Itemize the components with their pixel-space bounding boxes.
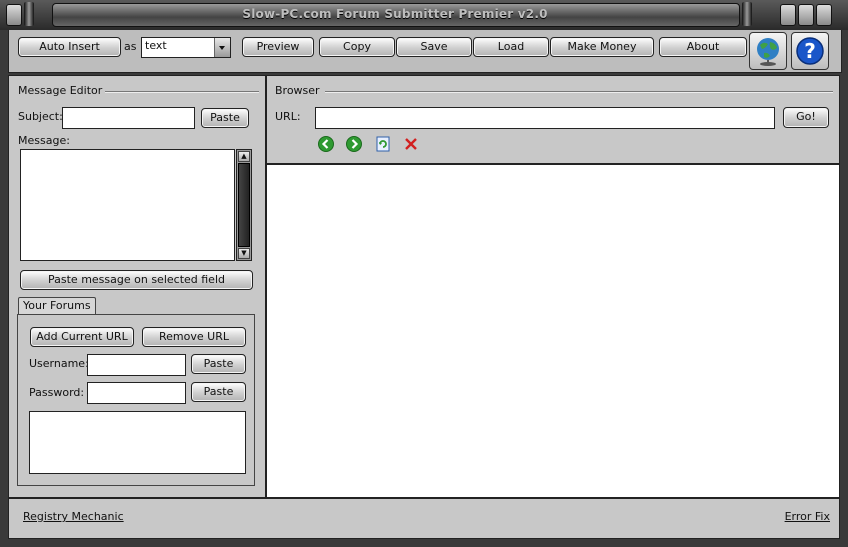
help-icon[interactable]: ? bbox=[791, 32, 829, 70]
subject-label: Subject: bbox=[18, 110, 63, 123]
go-button[interactable]: Go! bbox=[783, 107, 829, 128]
app-window: Slow-PC.com Forum Submitter Premier v2.0… bbox=[0, 0, 848, 547]
divider bbox=[325, 91, 833, 93]
back-icon[interactable] bbox=[318, 136, 334, 152]
subject-paste-button[interactable]: Paste bbox=[201, 108, 249, 128]
toolbar: Auto Insert as text Preview Copy Save Lo… bbox=[8, 30, 842, 73]
refresh-icon[interactable] bbox=[375, 136, 391, 152]
url-label: URL: bbox=[275, 110, 301, 123]
chevron-down-icon[interactable] bbox=[214, 38, 230, 57]
username-input[interactable] bbox=[87, 354, 186, 376]
username-paste-button[interactable]: Paste bbox=[191, 354, 246, 374]
auto-insert-button[interactable]: Auto Insert bbox=[18, 37, 121, 57]
browser-view[interactable] bbox=[266, 164, 840, 498]
message-editor-legend: Message Editor bbox=[15, 84, 106, 97]
about-button[interactable]: About bbox=[659, 37, 747, 57]
make-money-button[interactable]: Make Money bbox=[550, 37, 654, 57]
scroll-up-icon[interactable]: ▲ bbox=[238, 151, 250, 162]
password-label: Password: bbox=[29, 386, 85, 399]
close-icon[interactable] bbox=[816, 4, 832, 26]
scroll-down-icon[interactable]: ▼ bbox=[238, 248, 250, 259]
message-textarea[interactable] bbox=[20, 149, 235, 261]
url-input[interactable] bbox=[315, 107, 775, 129]
scroll-thumb[interactable] bbox=[238, 163, 250, 247]
paste-on-selected-button[interactable]: Paste message on selected field bbox=[20, 270, 253, 290]
as-label: as bbox=[124, 40, 137, 53]
message-label: Message: bbox=[18, 134, 70, 147]
system-menu-icon[interactable] bbox=[6, 4, 22, 26]
title-ornament bbox=[742, 2, 752, 26]
remove-url-button[interactable]: Remove URL bbox=[142, 327, 246, 347]
subject-input[interactable] bbox=[62, 107, 195, 129]
save-button[interactable]: Save bbox=[396, 37, 472, 57]
password-input[interactable] bbox=[87, 382, 186, 404]
browser-legend: Browser bbox=[272, 84, 323, 97]
stop-icon[interactable] bbox=[403, 136, 419, 152]
window-title: Slow-PC.com Forum Submitter Premier v2.0 bbox=[242, 7, 548, 21]
minimize-icon[interactable] bbox=[780, 4, 796, 26]
error-fix-link[interactable]: Error Fix bbox=[785, 510, 830, 523]
copy-button[interactable]: Copy bbox=[319, 37, 395, 57]
format-select[interactable]: text bbox=[141, 37, 231, 58]
forums-panel: Add Current URL Remove URL Username: Pas… bbox=[17, 314, 255, 486]
title-bar[interactable]: Slow-PC.com Forum Submitter Premier v2.0 bbox=[0, 0, 848, 30]
title-ornament bbox=[24, 2, 34, 26]
format-select-value: text bbox=[145, 39, 167, 52]
divider bbox=[97, 91, 259, 93]
maximize-icon[interactable] bbox=[798, 4, 814, 26]
svg-text:?: ? bbox=[804, 39, 816, 63]
browser-panel: Browser URL: Go! bbox=[266, 75, 840, 164]
preview-button[interactable]: Preview bbox=[242, 37, 314, 57]
message-editor-panel: Message Editor Subject: Paste Message: ▲… bbox=[8, 75, 266, 498]
globe-icon[interactable] bbox=[749, 32, 787, 70]
username-label: Username: bbox=[29, 357, 89, 370]
password-paste-button[interactable]: Paste bbox=[191, 382, 246, 402]
message-scrollbar[interactable]: ▲ ▼ bbox=[236, 149, 252, 261]
forward-icon[interactable] bbox=[346, 136, 362, 152]
add-current-url-button[interactable]: Add Current URL bbox=[30, 327, 134, 347]
forums-list[interactable] bbox=[29, 411, 246, 474]
tab-your-forums[interactable]: Your Forums bbox=[18, 297, 96, 314]
status-bar: Registry Mechanic Error Fix bbox=[8, 498, 840, 539]
registry-mechanic-link[interactable]: Registry Mechanic bbox=[23, 510, 124, 523]
load-button[interactable]: Load bbox=[473, 37, 549, 57]
